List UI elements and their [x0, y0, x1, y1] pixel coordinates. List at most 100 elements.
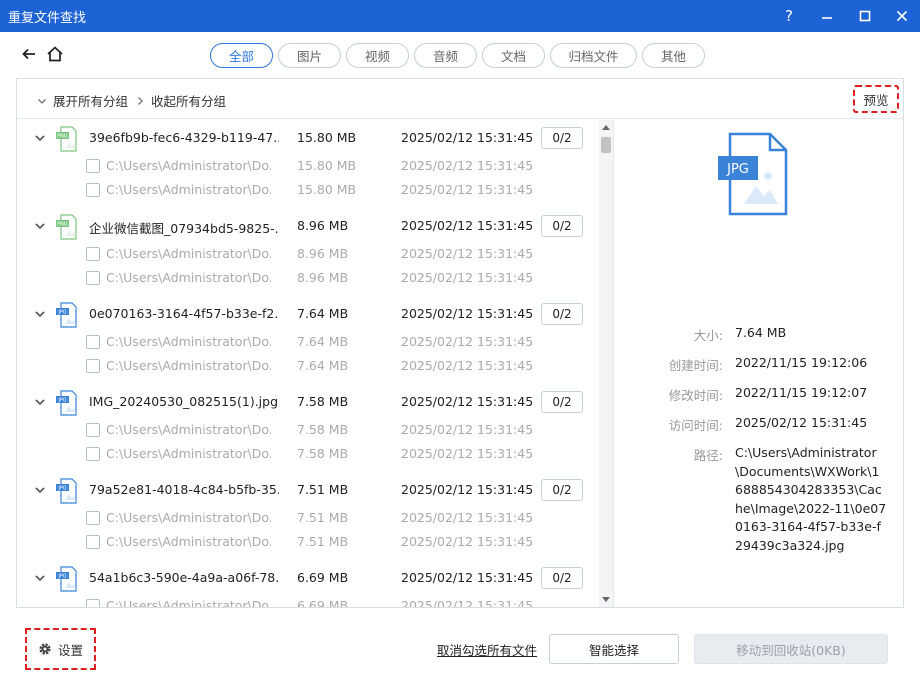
file-path: C:\Users\Administrator\Do... [106, 358, 271, 373]
tab-audio[interactable]: 音频 [414, 43, 477, 68]
file-row[interactable]: C:\Users\Administrator\Do... 7.51 MB 2025/… [17, 530, 597, 554]
file-path: C:\Users\Administrator\Do... [106, 182, 271, 197]
file-checkbox[interactable] [86, 335, 100, 349]
collapse-all-button[interactable]: 收起所有分组 [135, 91, 226, 110]
file-row[interactable]: C:\Users\Administrator\Do... 7.58 MB 2025/… [17, 418, 597, 442]
file-row[interactable]: C:\Users\Administrator\Do... 7.64 MB 2025/… [17, 330, 597, 354]
group-row[interactable]: JPG 79a52e81-4018-4c84-b5fb-35... 7.51 MB 2… [17, 474, 597, 506]
file-row[interactable]: C:\Users\Administrator\Do... 8.96 MB 2025/… [17, 266, 597, 290]
caret-up-icon [602, 125, 610, 130]
file-row[interactable]: C:\Users\Administrator\Do... 8.96 MB 2025/… [17, 242, 597, 266]
file-size: 8.96 MB [297, 270, 349, 285]
tab-videos[interactable]: 视频 [346, 43, 409, 68]
file-path: C:\Users\Administrator\Do... [106, 334, 271, 349]
gear-icon [39, 643, 51, 655]
file-checkbox[interactable] [86, 599, 100, 607]
created-value: 2022/11/15 19:12:06 [735, 355, 868, 370]
tab-documents[interactable]: 文档 [482, 43, 545, 68]
help-button[interactable]: ? [771, 0, 807, 32]
settings-label: 设置 [57, 642, 83, 658]
back-button[interactable] [19, 44, 39, 64]
group-collapse-toggle[interactable] [33, 307, 47, 321]
group-collapse-toggle[interactable] [33, 395, 47, 409]
maximize-button[interactable] [847, 0, 883, 32]
file-path: C:\Users\Administrator\Do... [106, 446, 271, 461]
group-collapse-toggle[interactable] [33, 219, 47, 233]
file-checkbox[interactable] [86, 423, 100, 437]
file-checkbox[interactable] [86, 159, 100, 173]
scrollbar-thumb[interactable] [601, 137, 611, 153]
minimize-icon [822, 17, 832, 19]
path-label: 路径: [693, 448, 723, 463]
chevron-down-icon [35, 487, 45, 494]
preview-toggle-button[interactable]: 预览 [853, 85, 899, 113]
list-scrollbar[interactable] [599, 120, 613, 607]
move-to-recycle-bin-button[interactable]: 移动到回收站(0KB) [694, 634, 888, 664]
file-date: 2025/02/12 15:31:45 [401, 358, 534, 373]
jpg-file-icon: JPG [56, 566, 77, 592]
file-date: 2025/02/12 15:31:45 [401, 334, 534, 349]
file-checkbox[interactable] [86, 447, 100, 461]
file-row[interactable]: C:\Users\Administrator\Do... 15.80 MB 2025… [17, 178, 597, 202]
file-date: 2025/02/12 15:31:45 [401, 182, 534, 197]
home-button[interactable] [45, 44, 65, 64]
group-file-size: 6.69 MB [297, 570, 349, 585]
file-row[interactable]: C:\Users\Administrator\Do... 7.58 MB 2025/… [17, 442, 597, 466]
group-collapse-toggle[interactable] [33, 483, 47, 497]
group-file-date: 2025/02/12 15:31:45 [401, 306, 534, 321]
group-file-name: 企业微信截图_07934bd5-9825-... [89, 221, 279, 236]
tab-all[interactable]: 全部 [210, 43, 273, 68]
file-checkbox[interactable] [86, 271, 100, 285]
group-row[interactable]: JPG 54a1b6c3-590e-4a9a-a06f-78... 6.69 MB 2… [17, 562, 597, 594]
file-type-label: JPG [57, 574, 66, 580]
group-collapse-toggle[interactable] [33, 571, 47, 585]
file-checkbox[interactable] [86, 247, 100, 261]
jpg-file-icon: JPG [700, 130, 790, 216]
file-date: 2025/02/12 15:31:45 [401, 270, 534, 285]
minimize-button[interactable] [809, 0, 845, 32]
file-size: 7.51 MB [297, 510, 349, 525]
file-date: 2025/02/12 15:31:45 [401, 422, 534, 437]
file-row[interactable]: C:\Users\Administrator\Do... 7.64 MB 2025/… [17, 354, 597, 378]
chevron-right-icon [138, 96, 143, 105]
tab-other[interactable]: 其他 [642, 43, 705, 68]
file-size: 15.80 MB [297, 158, 357, 173]
png-file-icon: PNG [56, 126, 77, 152]
settings-button[interactable]: 设置 [25, 628, 96, 670]
file-row[interactable]: C:\Users\Administrator\Do... 6.69 MB 2025/… [17, 594, 597, 607]
deselect-all-link[interactable]: 取消勾选所有文件 [437, 640, 537, 659]
window-title: 重复文件查找 [8, 11, 87, 26]
file-size: 7.58 MB [297, 446, 349, 461]
group-row[interactable]: PNG 企业微信截图_07934bd5-9825-... 8.96 MB 2025/0… [17, 210, 597, 242]
file-checkbox[interactable] [86, 535, 100, 549]
group-row[interactable]: JPG IMG_20240530_082515(1).jpg 7.58 MB 2025… [17, 386, 597, 418]
scroll-up-arrow[interactable] [599, 120, 613, 134]
group-file-size: 7.64 MB [297, 306, 349, 321]
scroll-down-arrow[interactable] [599, 593, 613, 607]
file-row[interactable]: C:\Users\Administrator\Do... 15.80 MB 2025… [17, 154, 597, 178]
group-file-name: 54a1b6c3-590e-4a9a-a06f-78... [89, 570, 279, 585]
group-row[interactable]: JPG 0e070163-3164-4f57-b33e-f2... 7.64 MB 2… [17, 298, 597, 330]
group-file-name: 0e070163-3164-4f57-b33e-f2... [89, 306, 279, 321]
file-checkbox[interactable] [86, 183, 100, 197]
close-icon [896, 10, 908, 22]
file-row[interactable]: C:\Users\Administrator\Do... 7.51 MB 2025/… [17, 506, 597, 530]
file-size: 15.80 MB [297, 182, 357, 197]
group-row[interactable]: PNG 39e6fb9b-fec6-4329-b119-47... 15.80 MB… [17, 122, 597, 154]
close-button[interactable] [884, 0, 920, 32]
accessed-label: 访问时间: [668, 418, 723, 433]
chevron-down-icon [35, 223, 45, 230]
caret-down-icon [602, 597, 610, 602]
group-collapse-toggle[interactable] [33, 131, 47, 145]
file-date: 2025/02/12 15:31:45 [401, 510, 534, 525]
file-checkbox[interactable] [86, 359, 100, 373]
modified-label: 修改时间: [668, 388, 723, 403]
group-file-date: 2025/02/12 15:31:45 [401, 570, 534, 585]
file-checkbox[interactable] [86, 511, 100, 525]
expand-all-button[interactable]: 展开所有分组 [37, 91, 128, 110]
tab-archives[interactable]: 归档文件 [550, 43, 637, 68]
smart-select-button[interactable]: 智能选择 [549, 634, 679, 664]
file-date: 2025/02/12 15:31:45 [401, 446, 534, 461]
size-value: 7.64 MB [735, 325, 787, 340]
tab-images[interactable]: 图片 [278, 43, 341, 68]
